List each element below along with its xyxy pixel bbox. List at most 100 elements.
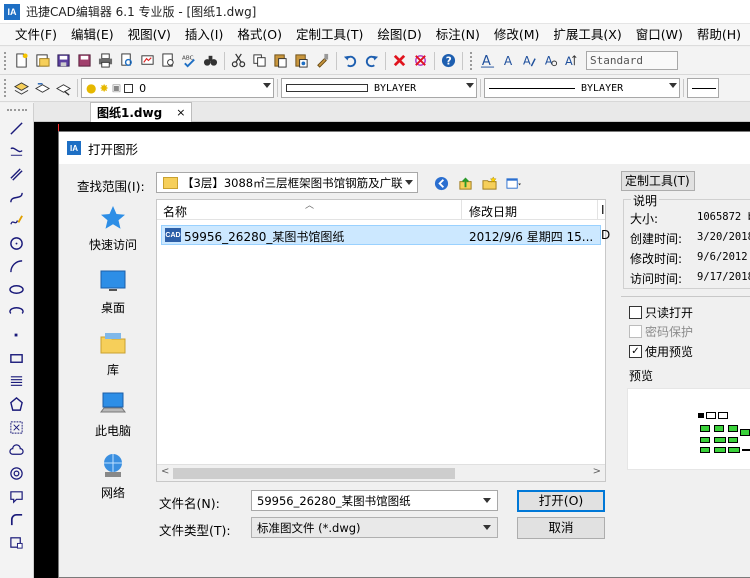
open-button[interactable]: 打开(O): [517, 490, 605, 512]
text-style-a-icon[interactable]: A: [478, 51, 497, 70]
hatch-icon[interactable]: [6, 370, 28, 393]
custom-tools-button[interactable]: 定制工具(T): [621, 171, 695, 191]
look-in-dropdown[interactable]: 【3层】3088㎡三层框架图书馆钢筋及广联: [156, 172, 418, 193]
read-only-checkbox[interactable]: 只读打开: [629, 304, 693, 321]
new-file-icon[interactable]: [12, 51, 31, 70]
save-as-icon[interactable]: [75, 51, 94, 70]
toolbar-grip[interactable]: [6, 109, 27, 113]
file-row[interactable]: CAD 59956_26280_某图书馆图纸 2012/9/6 星期四 15..…: [161, 225, 610, 245]
scroll-right-icon[interactable]: >: [593, 466, 601, 477]
horizontal-scrollbar[interactable]: < >: [157, 464, 605, 481]
point-icon[interactable]: [6, 324, 28, 347]
line-icon[interactable]: [6, 117, 28, 140]
cut-icon[interactable]: [229, 51, 248, 70]
single-line-text-icon[interactable]: A: [499, 51, 518, 70]
save-icon[interactable]: [54, 51, 73, 70]
scrollbar-thumb[interactable]: [173, 468, 455, 479]
layer-previous-icon[interactable]: [33, 79, 52, 98]
text-scale-icon[interactable]: A: [562, 51, 581, 70]
menu-modify[interactable]: 修改(M): [487, 25, 547, 45]
copy-icon[interactable]: [250, 51, 269, 70]
menu-format[interactable]: 格式(O): [230, 25, 289, 45]
column-name-header[interactable]: 名称: [163, 203, 187, 220]
document-tab[interactable]: 图纸1.dwg ×: [90, 102, 193, 122]
cancel-button[interactable]: 取消: [517, 517, 605, 539]
erase-icon[interactable]: [390, 51, 409, 70]
binoculars-icon[interactable]: [201, 51, 220, 70]
menu-tools[interactable]: 定制工具(T): [289, 25, 370, 45]
region-icon[interactable]: [6, 416, 28, 439]
cloud-icon[interactable]: [6, 439, 28, 462]
menu-window[interactable]: 窗口(W): [629, 25, 690, 45]
layer-state-icon[interactable]: [54, 79, 73, 98]
use-preview-checkbox[interactable]: ✓ 使用预览: [629, 343, 693, 360]
menu-insert[interactable]: 插入(I): [178, 25, 230, 45]
ellipse-icon[interactable]: [6, 278, 28, 301]
circle-icon[interactable]: [6, 232, 28, 255]
lineweight-dropdown[interactable]: [687, 78, 719, 98]
menu-dimension[interactable]: 标注(N): [429, 25, 487, 45]
toolbar-grip[interactable]: [4, 79, 8, 97]
file-type-dropdown[interactable]: 标准图文件 (*.dwg): [251, 517, 498, 538]
polygon-icon[interactable]: [6, 393, 28, 416]
layer-manager-icon[interactable]: [12, 79, 31, 98]
column-date-header[interactable]: 修改日期: [469, 203, 517, 220]
toolbar-grip[interactable]: [4, 51, 8, 70]
place-desktop[interactable]: 桌面: [71, 267, 155, 316]
print-icon[interactable]: [96, 51, 115, 70]
polyline-icon[interactable]: [6, 140, 28, 163]
undo-icon[interactable]: [341, 51, 360, 70]
column-divider[interactable]: [461, 200, 462, 220]
multiline-icon[interactable]: [6, 163, 28, 186]
menu-view[interactable]: 视图(V): [121, 25, 178, 45]
donut-icon[interactable]: [6, 462, 28, 485]
close-tab-icon[interactable]: ×: [176, 106, 185, 119]
menu-draw[interactable]: 绘图(D): [370, 25, 428, 45]
table-icon[interactable]: [6, 531, 28, 554]
match-properties-icon[interactable]: [313, 51, 332, 70]
place-quick-access[interactable]: 快速访问: [71, 204, 155, 253]
text-find-icon[interactable]: A: [541, 51, 560, 70]
paste-special-icon[interactable]: [292, 51, 311, 70]
find-icon[interactable]: [159, 51, 178, 70]
spline-icon[interactable]: [6, 186, 28, 209]
text-style-dropdown[interactable]: Standard: [586, 51, 678, 70]
plot-icon[interactable]: [138, 51, 157, 70]
paste-icon[interactable]: [271, 51, 290, 70]
menu-help[interactable]: 帮助(H): [690, 25, 748, 45]
linetype-dropdown[interactable]: BYLAYER: [484, 78, 680, 98]
column-extra-header[interactable]: Ι: [601, 203, 605, 217]
place-this-pc[interactable]: 此电脑: [71, 390, 155, 439]
layer-dropdown[interactable]: ● ✸ ▣ 0: [81, 78, 274, 98]
place-network[interactable]: 网络: [71, 452, 155, 501]
scroll-left-icon[interactable]: <: [161, 466, 169, 477]
chevron-down-icon[interactable]: [483, 498, 491, 503]
fillet-icon[interactable]: [6, 508, 28, 531]
column-divider[interactable]: [597, 200, 598, 220]
spell-check-icon[interactable]: ABC: [180, 51, 199, 70]
wipeout-icon[interactable]: [6, 485, 28, 508]
color-dropdown[interactable]: BYLAYER: [281, 78, 477, 98]
back-icon[interactable]: [429, 173, 453, 193]
view-menu-icon[interactable]: [501, 173, 525, 193]
checkmark-icon[interactable]: ✓: [629, 345, 642, 358]
delete-object-icon[interactable]: [411, 51, 430, 70]
place-library[interactable]: 库: [71, 329, 155, 378]
menu-file[interactable]: 文件(F): [8, 25, 64, 45]
arc-icon[interactable]: [6, 255, 28, 278]
template-icon[interactable]: [33, 51, 52, 70]
redo-icon[interactable]: [362, 51, 381, 70]
rectangle-icon[interactable]: [6, 347, 28, 370]
file-name-input[interactable]: 59956_26280_某图书馆图纸: [251, 490, 498, 511]
ellipse-arc-icon[interactable]: [6, 301, 28, 324]
menu-edit[interactable]: 编辑(E): [64, 25, 121, 45]
file-list[interactable]: 名称 ︿ 修改日期 Ι CAD 59956_26280_某图书馆图纸 2012/…: [156, 199, 610, 482]
new-folder-icon[interactable]: [477, 173, 501, 193]
help-icon[interactable]: ?: [439, 51, 458, 70]
sketch-icon[interactable]: [6, 209, 28, 232]
edit-text-icon[interactable]: A: [520, 51, 539, 70]
menu-extensions[interactable]: 扩展工具(X): [546, 25, 628, 45]
toolbar-grip[interactable]: [470, 51, 474, 70]
checkbox-box[interactable]: [629, 306, 642, 319]
print-preview-icon[interactable]: [117, 51, 136, 70]
